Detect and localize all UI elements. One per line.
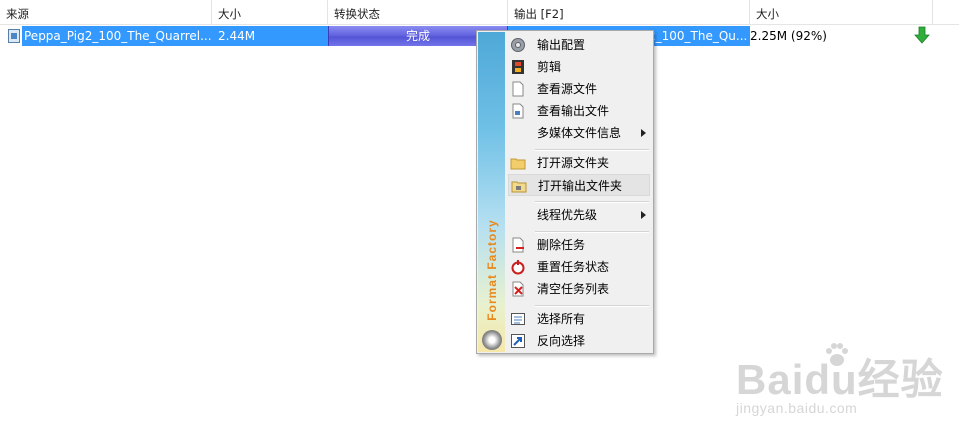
column-output-size[interactable]: 大小 [750, 0, 933, 24]
format-factory-logo-icon [482, 330, 502, 350]
video-file-icon [8, 29, 20, 43]
menu-item-thread-priority[interactable]: 线程优先级 [508, 204, 650, 226]
menu-item-label: 选择所有 [537, 312, 586, 326]
list-header: 来源 大小 转换状态 输出 [F2] 大小 [0, 0, 959, 25]
menu-item-label: 剪辑 [537, 60, 562, 74]
source-file-name[interactable]: Peppa_Pig2_100_The_Quarrel.... [22, 26, 212, 46]
menu-item-label: 查看输出文件 [537, 104, 610, 118]
baidu-paw-icon [826, 343, 848, 366]
menu-item-select-all[interactable]: 选择所有 [508, 308, 650, 330]
menu-separator [535, 231, 649, 233]
menu-item-label: 打开源文件夹 [537, 156, 610, 170]
menu-item-clear-list[interactable]: 清空任务列表 [508, 278, 650, 300]
menu-item-label: 清空任务列表 [537, 282, 610, 296]
context-menu: Format Factory 输出配置 剪辑 查看源文件 查看输出文件 多媒体文… [476, 30, 654, 354]
select-all-icon [511, 313, 525, 325]
menu-item-open-source-folder[interactable]: 打开源文件夹 [508, 152, 650, 174]
submenu-arrow-icon [641, 129, 646, 137]
gear-icon [511, 38, 525, 52]
menu-separator [535, 305, 649, 307]
column-output[interactable]: 输出 [F2] [508, 0, 750, 24]
output-document-icon [512, 103, 524, 119]
menu-item-open-output-folder[interactable]: 打开输出文件夹 [508, 174, 650, 196]
clear-list-icon [512, 281, 524, 297]
menu-item-output-config[interactable]: 输出配置 [508, 34, 650, 56]
menu-separator [535, 149, 649, 151]
menu-item-label: 打开输出文件夹 [538, 179, 623, 193]
column-status[interactable]: 转换状态 [328, 0, 508, 24]
menu-item-invert-selection[interactable]: 反向选择 [508, 330, 650, 352]
menu-item-label: 重置任务状态 [537, 260, 610, 274]
menu-item-clip[interactable]: 剪辑 [508, 56, 650, 78]
menu-item-label: 查看源文件 [537, 82, 598, 96]
source-size: 2.44M [212, 26, 328, 46]
output-folder-icon [511, 181, 527, 193]
document-icon [512, 81, 524, 97]
green-down-arrow-icon [914, 26, 930, 44]
invert-selection-icon [511, 334, 525, 348]
menu-item-view-source[interactable]: 查看源文件 [508, 78, 650, 100]
film-clip-icon [512, 60, 524, 74]
output-size: 2.25M (92%) [750, 29, 827, 43]
menu-item-media-info[interactable]: 多媒体文件信息 [508, 122, 650, 144]
menu-separator [535, 201, 649, 203]
menu-item-label: 反向选择 [537, 334, 586, 348]
delete-document-icon [512, 237, 524, 253]
menu-item-view-output[interactable]: 查看输出文件 [508, 100, 650, 122]
baidu-watermark: Baidu经验 jingyan.baidu.com [730, 340, 950, 430]
menu-item-label: 多媒体文件信息 [537, 126, 622, 140]
folder-icon [510, 158, 526, 170]
column-size[interactable]: 大小 [212, 0, 328, 24]
menu-item-label: 输出配置 [537, 38, 586, 52]
menu-item-label: 删除任务 [537, 238, 586, 252]
menu-brand-band: Format Factory [478, 32, 505, 352]
menu-item-delete-task[interactable]: 删除任务 [508, 234, 650, 256]
submenu-arrow-icon [641, 211, 646, 219]
menu-item-label: 线程优先级 [537, 208, 598, 222]
brand-label: Format Factory [485, 219, 499, 321]
reset-icon [511, 260, 525, 275]
watermark-url: jingyan.baidu.com [736, 400, 858, 416]
menu-item-reset-status[interactable]: 重置任务状态 [508, 256, 650, 278]
column-source[interactable]: 来源 [0, 0, 212, 24]
